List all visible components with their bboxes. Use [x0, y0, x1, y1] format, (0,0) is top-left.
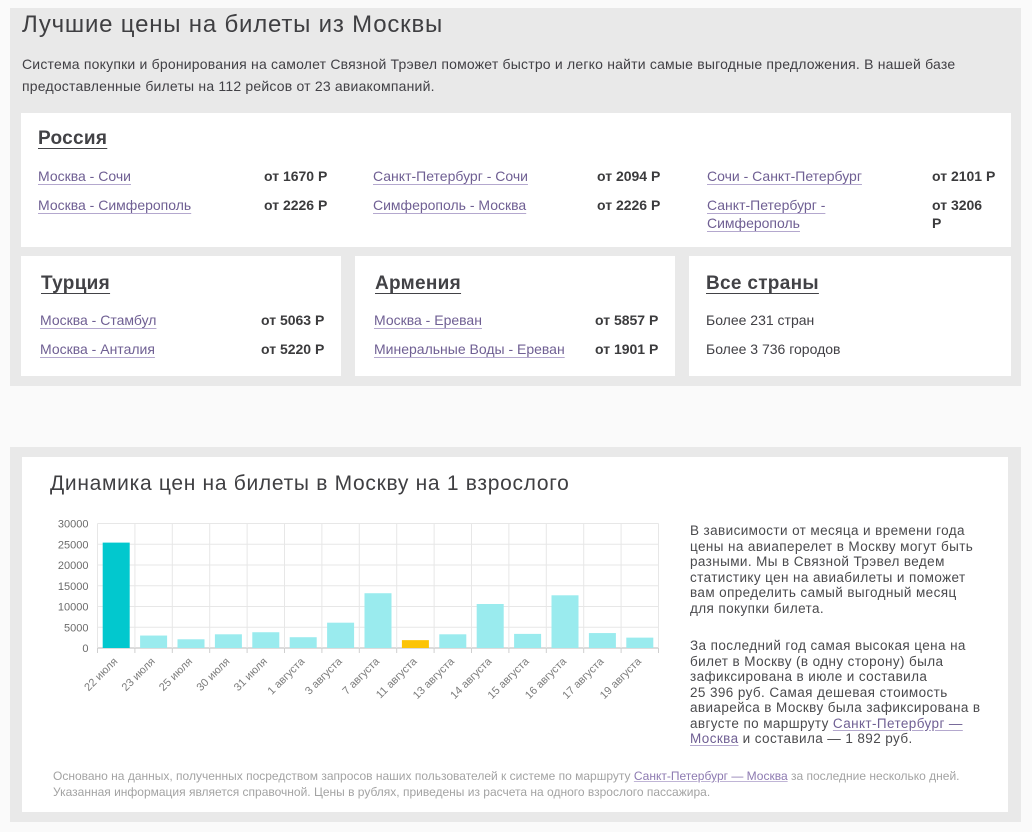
svg-text:1 августа: 1 августа	[266, 655, 308, 697]
svg-text:25 июля: 25 июля	[157, 656, 195, 694]
svg-text:31 июля: 31 июля	[232, 656, 270, 694]
svg-text:19 августа: 19 августа	[598, 655, 645, 702]
svg-text:10000: 10000	[58, 602, 89, 614]
svg-text:15000: 15000	[58, 581, 89, 593]
svg-text:30 июля: 30 июля	[194, 656, 232, 694]
svg-text:0: 0	[82, 643, 88, 655]
svg-text:5000: 5000	[64, 622, 88, 634]
svg-text:25000: 25000	[58, 539, 89, 551]
svg-text:20000: 20000	[58, 560, 89, 572]
svg-text:22 июля: 22 июля	[82, 656, 120, 694]
svg-text:30000: 30000	[58, 519, 89, 531]
svg-text:3 августа: 3 августа	[303, 655, 345, 697]
svg-text:23 июля: 23 июля	[120, 656, 158, 694]
